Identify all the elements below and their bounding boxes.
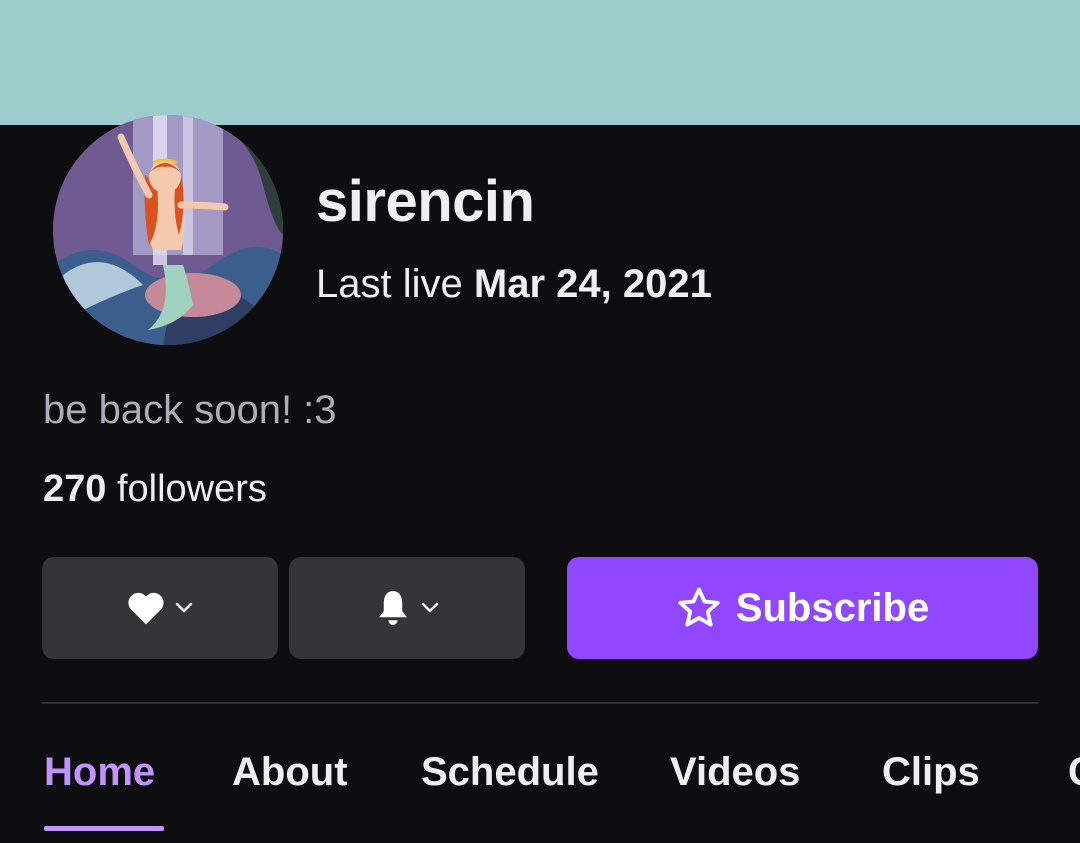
avatar-image	[53, 115, 283, 345]
channel-avatar[interactable]	[53, 115, 283, 345]
star-icon	[676, 586, 722, 630]
notifications-button[interactable]	[289, 557, 525, 659]
heart-icon	[126, 590, 166, 626]
tab-videos[interactable]: Videos	[670, 750, 800, 795]
tab-overflow[interactable]: C	[1068, 750, 1080, 795]
followers-label: followers	[116, 468, 267, 510]
last-live-label: Last live	[316, 262, 463, 306]
channel-name: sirencin	[316, 169, 535, 234]
tab-schedule[interactable]: Schedule	[421, 750, 599, 795]
tab-home[interactable]: Home	[44, 750, 155, 795]
channel-tabs: Home About Schedule Videos Clips C	[0, 740, 1080, 843]
last-live-info: Last live Mar 24, 2021	[316, 262, 712, 307]
tab-clips[interactable]: Clips	[882, 750, 980, 795]
chevron-down-icon	[174, 601, 194, 615]
tab-about[interactable]: About	[232, 750, 348, 795]
bell-icon	[374, 588, 412, 628]
followers-count: 270	[43, 468, 107, 510]
followers-info: 270 followers	[43, 468, 267, 511]
section-divider	[42, 702, 1038, 704]
subscribe-button[interactable]: Subscribe	[567, 557, 1038, 659]
follow-button[interactable]	[42, 557, 278, 659]
last-live-date: Mar 24, 2021	[473, 262, 712, 306]
chevron-down-icon	[420, 601, 440, 615]
subscribe-label: Subscribe	[735, 585, 930, 630]
channel-banner	[0, 0, 1080, 125]
active-tab-indicator	[44, 826, 164, 831]
status-message: be back soon! :3	[43, 388, 337, 432]
